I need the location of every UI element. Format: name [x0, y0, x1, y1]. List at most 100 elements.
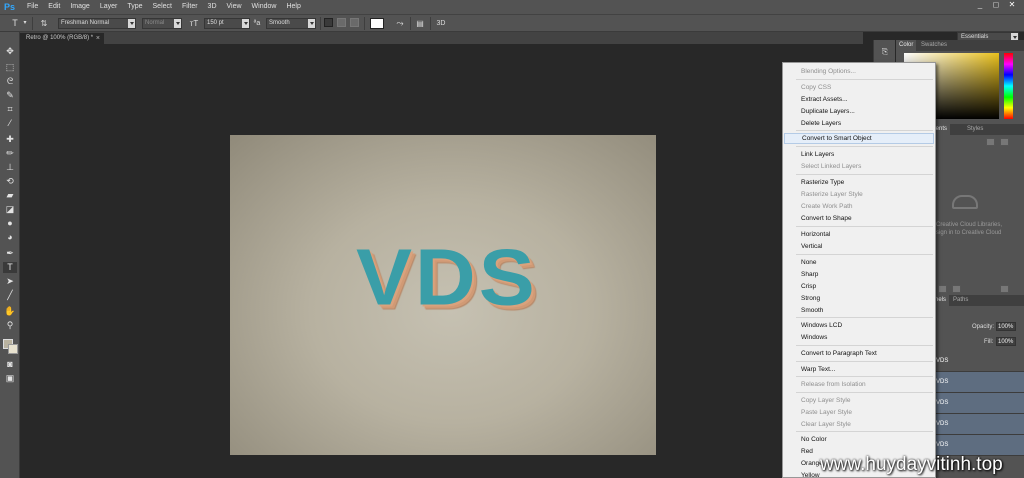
hand-tool-icon[interactable]: ✋: [3, 306, 17, 317]
text-tool-icon[interactable]: T: [8, 18, 22, 29]
menu-help[interactable]: Help: [281, 0, 305, 14]
libraries-message-line-1: Creative Cloud Libraries,: [936, 222, 1003, 228]
fill-label: Fill:: [984, 339, 994, 345]
eraser-tool-icon[interactable]: ▰: [3, 190, 17, 201]
tab-styles[interactable]: Styles: [964, 124, 986, 135]
restore-button[interactable]: ◻: [988, 0, 1004, 11]
minimize-button[interactable]: _: [972, 0, 988, 11]
library-menu-button[interactable]: [986, 138, 995, 146]
quick-mask-icon[interactable]: ◙: [3, 359, 17, 370]
align-right-button[interactable]: [350, 18, 359, 27]
pen-tool-icon[interactable]: ✒: [3, 248, 17, 259]
photoshop-logo: Ps: [4, 2, 16, 12]
screen-mode-icon[interactable]: ▣: [3, 373, 17, 384]
menu-layer[interactable]: Layer: [95, 0, 123, 14]
context-menu-item[interactable]: Link Layers: [784, 149, 934, 160]
context-menu-item: Copy CSS: [801, 84, 832, 91]
menu-file[interactable]: File: [22, 0, 43, 14]
quick-select-tool-icon[interactable]: ✎: [3, 90, 17, 101]
character-panel-icon[interactable]: ▤: [414, 18, 426, 29]
context-menu-item[interactable]: Windows: [784, 332, 934, 343]
healing-brush-tool-icon[interactable]: ✚: [3, 134, 17, 145]
font-family-select[interactable]: Freshman Normal: [58, 18, 136, 29]
menu-separator: [796, 431, 933, 432]
context-menu-item[interactable]: Crisp: [784, 281, 934, 292]
brush-tool-icon[interactable]: ✏: [3, 148, 17, 159]
path-selection-tool-icon[interactable]: ➤: [3, 276, 17, 287]
text-color-swatch[interactable]: [370, 18, 384, 29]
context-menu-item[interactable]: Convert to Smart Object: [784, 133, 934, 144]
anti-alias-select[interactable]: Smooth: [266, 18, 316, 29]
document-canvas[interactable]: VDS: [230, 135, 656, 455]
close-icon[interactable]: ×: [96, 33, 100, 44]
zoom-tool-icon[interactable]: ⚲: [3, 320, 17, 331]
clone-stamp-tool-icon[interactable]: ⊥: [3, 162, 17, 173]
menu-edit[interactable]: Edit: [43, 0, 65, 14]
library-view-button[interactable]: [1000, 138, 1009, 146]
type-tool-icon[interactable]: T: [3, 262, 17, 273]
text-orientation-icon[interactable]: ⇅: [38, 18, 50, 29]
align-left-button[interactable]: [324, 18, 333, 27]
dodge-tool-icon[interactable]: ◕: [3, 232, 17, 243]
menu-filter[interactable]: Filter: [177, 0, 203, 14]
align-center-button[interactable]: [337, 18, 346, 27]
document-tab[interactable]: Retro @ 100% (RGB/8) * ×: [20, 33, 104, 44]
context-menu-item[interactable]: Sharp: [784, 269, 934, 280]
library-delete-button[interactable]: [952, 285, 961, 293]
paint-bucket-tool-icon[interactable]: ◪: [3, 204, 17, 215]
context-menu-item: Create Work Path: [801, 203, 853, 210]
library-add-button[interactable]: [938, 285, 947, 293]
tab-color[interactable]: Color: [896, 40, 917, 51]
font-family-value: Freshman Normal: [61, 20, 110, 26]
menu-window[interactable]: Window: [247, 0, 282, 14]
library-sync-button[interactable]: [1000, 285, 1009, 293]
menu-separator: [796, 254, 933, 255]
3d-icon[interactable]: 3D: [434, 18, 448, 29]
libraries-message-line-2: sign in to Creative Cloud: [936, 230, 1002, 236]
menu-3d[interactable]: 3D: [203, 0, 222, 14]
context-menu-item[interactable]: Convert to Shape: [784, 213, 934, 224]
context-menu-item[interactable]: No Color: [784, 434, 934, 445]
context-menu-item[interactable]: Extract Assets...: [784, 94, 934, 105]
menu-image[interactable]: Image: [65, 0, 94, 14]
tool-preset-chevron-icon[interactable]: ▾: [22, 18, 28, 29]
context-menu-item[interactable]: Smooth: [784, 305, 934, 316]
font-size-select[interactable]: 150 pt: [204, 18, 250, 29]
eyedropper-tool-icon[interactable]: ⁄: [3, 118, 17, 129]
history-brush-tool-icon[interactable]: ⟲: [3, 176, 17, 187]
context-menu-item[interactable]: Rasterize Type: [784, 177, 934, 188]
context-menu-item[interactable]: Windows LCD: [784, 320, 934, 331]
crop-tool-icon[interactable]: ⌗: [3, 104, 17, 115]
context-menu-item[interactable]: Delete Layers: [784, 118, 934, 129]
marquee-tool-icon[interactable]: ⬚: [3, 62, 17, 73]
context-menu-item[interactable]: Horizontal: [784, 229, 934, 240]
context-menu-item: Rasterize Layer Style: [801, 191, 863, 198]
font-style-select[interactable]: Normal: [142, 18, 182, 29]
context-menu-item[interactable]: Warp Text...: [784, 364, 934, 375]
context-menu-item: Paste Layer Style: [801, 409, 852, 416]
hue-slider[interactable]: [1004, 53, 1013, 119]
tab-paths[interactable]: Paths: [950, 295, 971, 306]
background-color-swatch[interactable]: [8, 344, 18, 354]
font-size-value: 150 pt: [207, 20, 224, 26]
opacity-label: Opacity:: [972, 324, 995, 330]
close-button[interactable]: ✕: [1004, 0, 1020, 11]
menu-type[interactable]: Type: [122, 0, 147, 14]
line-tool-icon[interactable]: ╱: [3, 290, 17, 301]
warp-text-icon[interactable]: ⤳: [394, 18, 406, 29]
move-tool-icon[interactable]: ✥: [3, 46, 17, 57]
opacity-field[interactable]: 100%: [996, 322, 1016, 331]
fill-field[interactable]: 100%: [996, 337, 1016, 346]
context-menu-item[interactable]: None: [784, 257, 934, 268]
canvas-text-vds[interactable]: VDS: [356, 237, 536, 318]
menu-select[interactable]: Select: [148, 0, 177, 14]
tab-swatches[interactable]: Swatches: [918, 40, 950, 51]
context-menu-item[interactable]: Strong: [784, 293, 934, 304]
lasso-tool-icon[interactable]: ᘓ: [3, 76, 17, 87]
history-panel-icon[interactable]: ⎘: [879, 46, 891, 57]
blur-tool-icon[interactable]: ●: [3, 218, 17, 229]
context-menu-item[interactable]: Convert to Paragraph Text: [784, 348, 934, 359]
menu-view[interactable]: View: [222, 0, 247, 14]
context-menu-item[interactable]: Vertical: [784, 241, 934, 252]
context-menu-item[interactable]: Duplicate Layers...: [784, 106, 934, 117]
